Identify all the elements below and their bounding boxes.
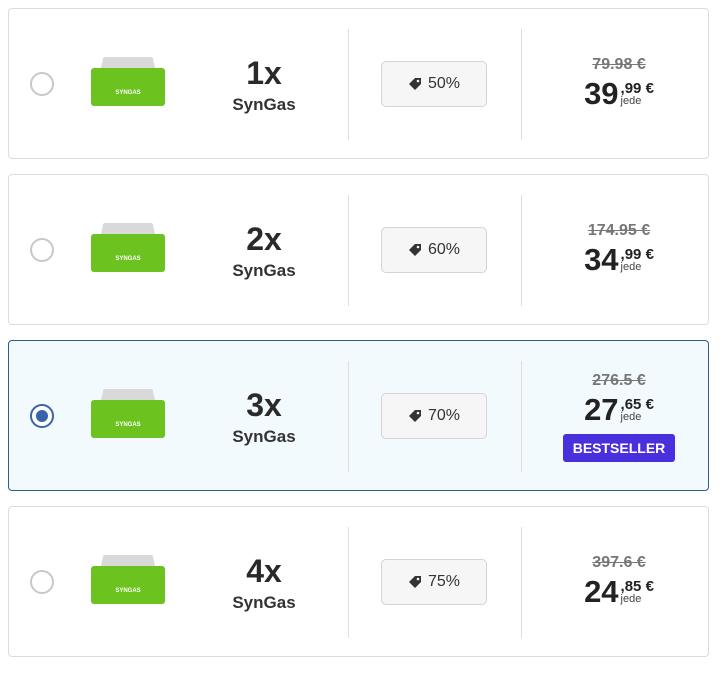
old-price: 174.95 €	[587, 222, 651, 239]
radio-button[interactable]	[30, 238, 54, 262]
quantity-block: 2x SynGas	[199, 221, 329, 281]
quantity-block: 3x SynGas	[199, 387, 329, 447]
price-tag-icon	[408, 78, 421, 90]
old-price: 397.6 €	[592, 554, 646, 571]
discount-badge: 75%	[381, 559, 487, 605]
bundle-option-3x[interactable]: SYNGAS 3x SynGas 70% 276.5 € 27 ,65 € je…	[8, 340, 709, 491]
syngas-device-image: SYNGAS	[91, 223, 165, 272]
product-name: SynGas	[232, 261, 296, 280]
discount-value: 60%	[427, 241, 461, 258]
divider	[521, 527, 522, 638]
per-unit-label: jede	[620, 411, 642, 423]
quantity: 1x	[246, 55, 282, 91]
divider	[521, 361, 522, 472]
device-label: SYNGAS	[115, 588, 140, 594]
product-name: SynGas	[232, 593, 296, 612]
divider	[521, 195, 522, 306]
discount-badge: 50%	[381, 61, 487, 107]
discount-badge: 70%	[381, 393, 487, 439]
device-label: SYNGAS	[115, 90, 140, 96]
price-tag-icon	[408, 576, 421, 588]
currency: €	[645, 246, 654, 263]
price-block: 397.6 € 24 ,85 € jede	[549, 553, 689, 609]
price-tag-icon	[408, 410, 421, 422]
old-price: 276.5 €	[592, 372, 646, 389]
divider	[348, 361, 349, 472]
discount-value: 50%	[427, 75, 461, 92]
price-block: 276.5 € 27 ,65 € jede BESTSELLER	[549, 371, 689, 462]
quantity: 4x	[246, 553, 282, 589]
quantity-block: 1x SynGas	[199, 55, 329, 115]
syngas-device-image: SYNGAS	[91, 57, 165, 106]
price-block: 174.95 € 34 ,99 € jede	[549, 221, 689, 277]
syngas-device-image: SYNGAS	[91, 389, 165, 438]
bundle-option-1x[interactable]: SYNGAS 1x SynGas 50% 79.98 € 39 ,99 € je…	[8, 8, 709, 159]
radio-button[interactable]	[30, 404, 54, 428]
syngas-device-image: SYNGAS	[91, 555, 165, 604]
discount-value: 75%	[427, 573, 461, 590]
device-label: SYNGAS	[115, 422, 140, 428]
discount-value: 70%	[427, 407, 461, 424]
current-price: 39 ,99 € jede	[549, 77, 689, 111]
old-price: 79.98 €	[592, 56, 646, 73]
currency: €	[645, 396, 654, 413]
bestseller-badge: BESTSELLER	[562, 434, 676, 462]
price-whole: 27	[584, 392, 619, 427]
current-price: 27 ,65 € jede	[549, 393, 689, 427]
per-unit-label: jede	[620, 261, 642, 273]
current-price: 24 ,85 € jede	[549, 575, 689, 609]
currency: €	[645, 80, 654, 97]
price-tag-icon	[408, 244, 421, 256]
discount-badge: 60%	[381, 227, 487, 273]
product-name: SynGas	[232, 427, 296, 446]
bundle-option-4x[interactable]: SYNGAS 4x SynGas 75% 397.6 € 24 ,85 € je…	[8, 506, 709, 657]
price-whole: 24	[584, 574, 619, 609]
divider	[348, 195, 349, 306]
quantity: 2x	[246, 221, 282, 257]
device-label: SYNGAS	[115, 256, 140, 262]
quantity: 3x	[246, 387, 282, 423]
quantity-block: 4x SynGas	[199, 553, 329, 613]
divider	[348, 527, 349, 638]
currency: €	[645, 578, 654, 595]
price-whole: 34	[584, 242, 619, 277]
divider	[348, 29, 349, 140]
product-name: SynGas	[232, 95, 296, 114]
divider	[521, 29, 522, 140]
per-unit-label: jede	[620, 95, 642, 107]
per-unit-label: jede	[620, 593, 642, 605]
radio-button[interactable]	[30, 570, 54, 594]
current-price: 34 ,99 € jede	[549, 243, 689, 277]
radio-button[interactable]	[30, 72, 54, 96]
price-block: 79.98 € 39 ,99 € jede	[549, 55, 689, 111]
bundle-option-2x[interactable]: SYNGAS 2x SynGas 60% 174.95 € 34 ,99 € j…	[8, 174, 709, 325]
price-whole: 39	[584, 76, 619, 111]
